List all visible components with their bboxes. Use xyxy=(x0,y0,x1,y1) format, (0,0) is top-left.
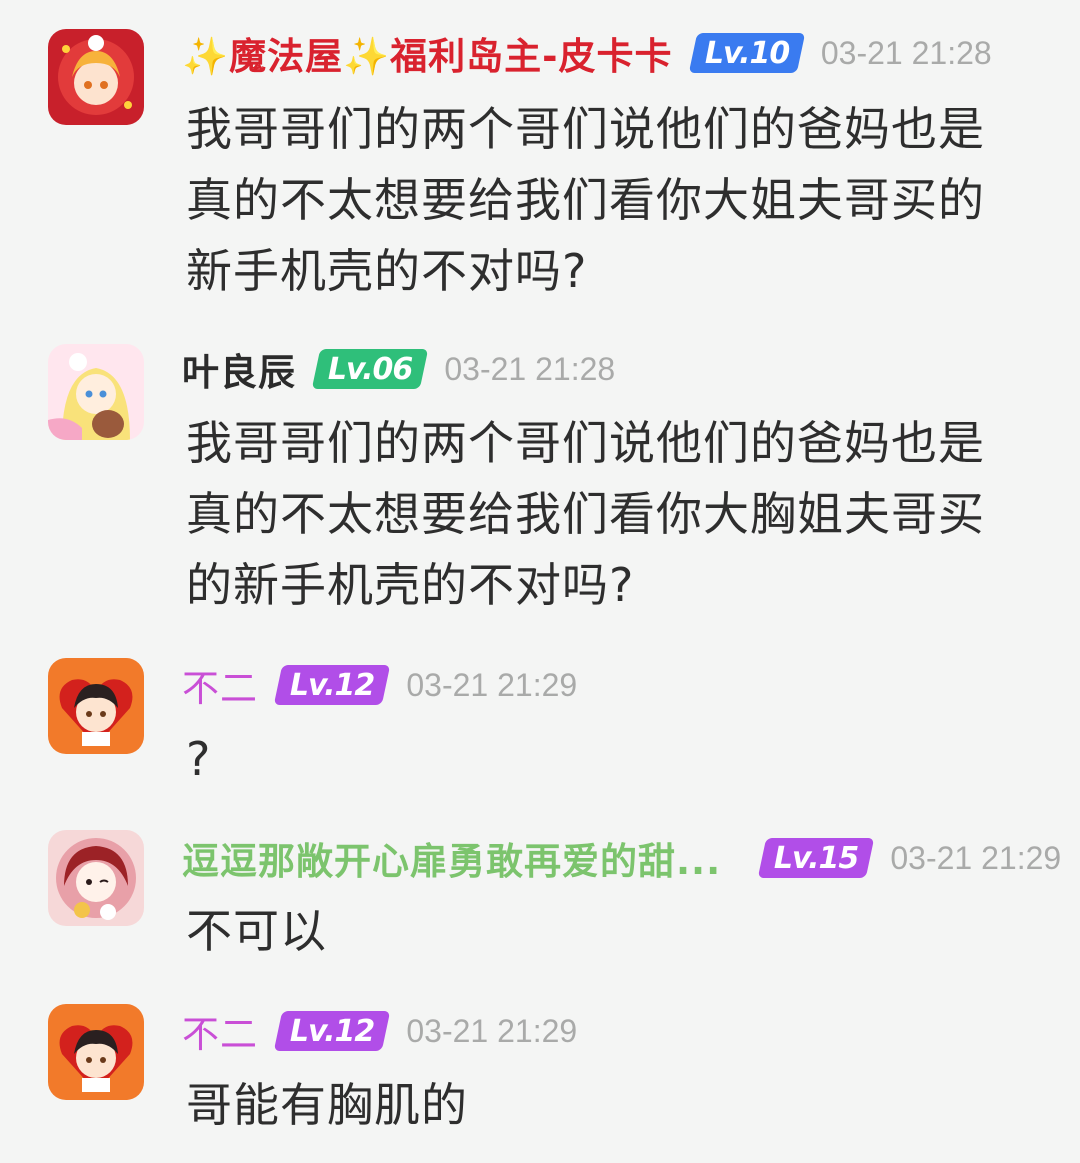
comment-header: 逗逗那敞开心扉勇敢再爱的甜... Lv.15 03-21 21:29 xyxy=(182,830,1061,886)
timestamp: 03-21 21:29 xyxy=(406,666,578,703)
avatar-image xyxy=(48,29,144,125)
comment-header: 不二 Lv.12 03-21 21:29 xyxy=(182,1003,577,1059)
username[interactable]: 不二 xyxy=(182,658,258,712)
comment-text: 我哥哥们的两个哥们说他们的爸妈也是真的不太想要给我们看你大胸姐夫哥买的新手机壳的… xyxy=(186,416,985,612)
level-badge: Lv.12 xyxy=(273,1011,391,1051)
avatar[interactable] xyxy=(48,830,144,926)
comment-text: 哥能有胸肌的 xyxy=(186,1078,468,1132)
username[interactable]: 逗逗那敞开心扉勇敢再爱的甜... xyxy=(182,831,722,885)
avatar[interactable] xyxy=(48,658,144,754)
comment-text: ? xyxy=(186,732,212,786)
avatar-image xyxy=(48,658,144,754)
comment-text: 我哥哥们的两个哥们说他们的爸妈也是真的不太想要给我们看你大姐夫哥买的新手机壳的不… xyxy=(186,102,985,298)
comment-header: ✨魔法屋✨福利岛主-皮卡卡 Lv.10 03-21 21:28 xyxy=(182,25,992,81)
level-badge: Lv.15 xyxy=(757,838,875,878)
comment-header: 叶良辰 Lv.06 03-21 21:28 xyxy=(182,341,615,397)
timestamp: 03-21 21:28 xyxy=(444,350,616,387)
username[interactable]: ✨魔法屋✨福利岛主-皮卡卡 xyxy=(182,26,673,80)
username[interactable]: 叶良辰 xyxy=(182,342,296,396)
comment-header: 不二 Lv.12 03-21 21:29 xyxy=(182,657,577,713)
timestamp: 03-21 21:29 xyxy=(406,1012,578,1049)
timestamp: 03-21 21:29 xyxy=(890,839,1062,876)
avatar[interactable] xyxy=(48,1004,144,1100)
username[interactable]: 不二 xyxy=(182,1004,258,1058)
level-badge: Lv.06 xyxy=(311,349,429,389)
avatar-image xyxy=(48,344,144,440)
avatar[interactable] xyxy=(48,344,144,440)
comment-text: 不可以 xyxy=(186,904,327,958)
level-badge: Lv.10 xyxy=(688,33,806,73)
avatar-image xyxy=(48,1004,144,1100)
level-badge: Lv.12 xyxy=(273,665,391,705)
timestamp: 03-21 21:28 xyxy=(820,34,992,71)
avatar-image xyxy=(48,830,144,926)
avatar[interactable] xyxy=(48,29,144,125)
